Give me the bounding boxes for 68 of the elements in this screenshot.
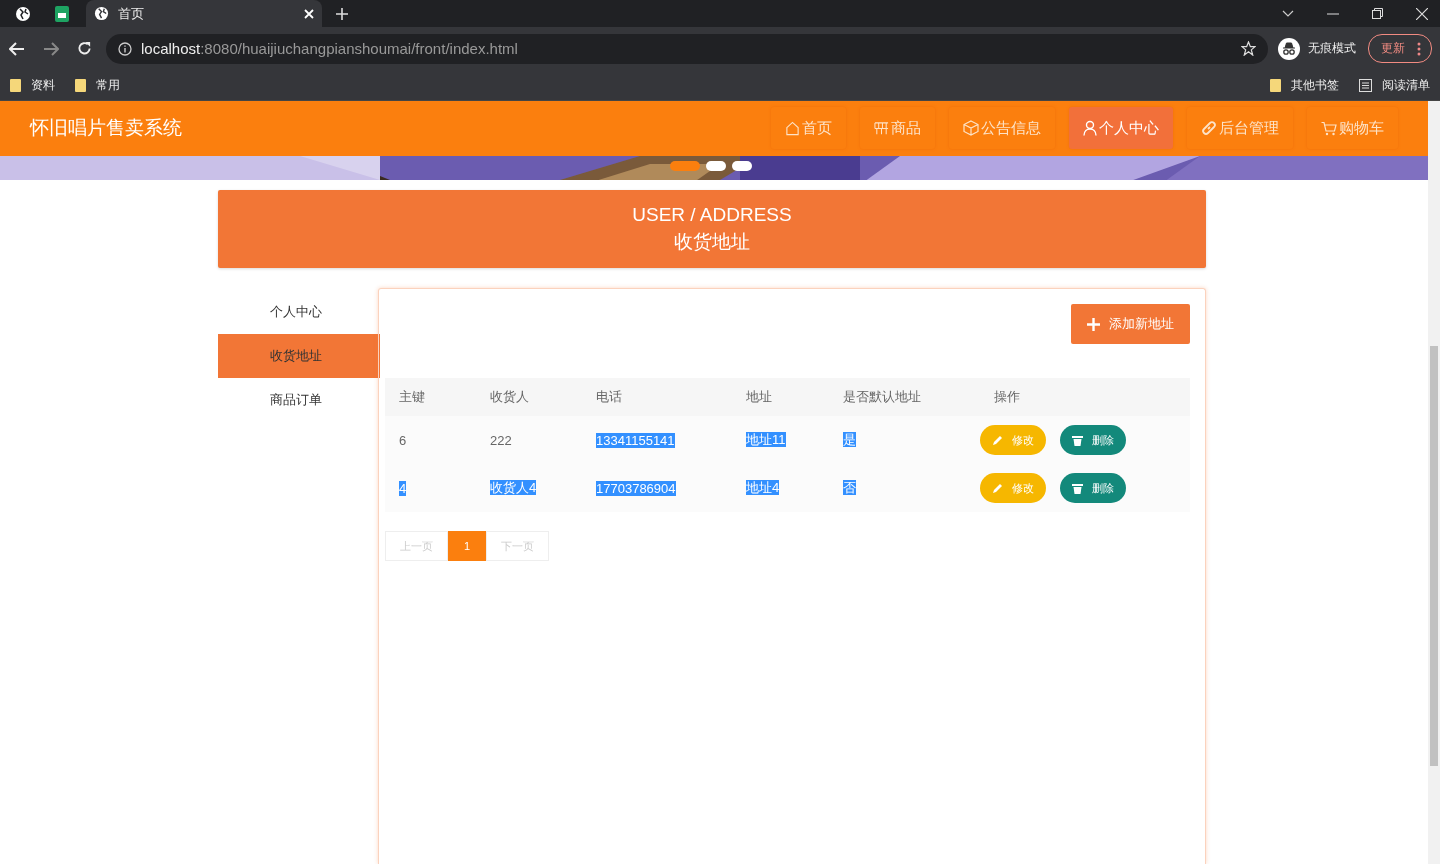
table-cell: 否: [843, 480, 856, 495]
cube-icon: [963, 120, 979, 137]
restore-icon[interactable]: [1372, 8, 1383, 19]
sheet-icon[interactable]: [55, 5, 69, 22]
new-tab-icon[interactable]: [336, 7, 348, 20]
minimize-icon[interactable]: [1327, 12, 1339, 15]
column-header: 收货人: [490, 389, 529, 404]
pencil-icon: [992, 482, 1003, 494]
star-icon[interactable]: [1241, 41, 1256, 56]
sidebar-item[interactable]: 商品订单: [218, 378, 380, 422]
table-cell: 地址4: [746, 480, 780, 495]
folder-icon: [75, 78, 86, 92]
bookmark[interactable]: 常用: [75, 76, 120, 94]
table-cell: 收货人4: [490, 480, 537, 495]
section-subtitle: 收货地址: [674, 229, 750, 254]
cart-icon: [1321, 120, 1337, 136]
nav-item[interactable]: 个人中心: [1069, 107, 1173, 150]
reload-icon[interactable]: [77, 41, 92, 56]
address-bar[interactable]: localhost:8080/huaijiuchangpianshoumai/front/index.html: [106, 33, 1268, 64]
pencil-icon: [992, 434, 1003, 446]
incognito-button[interactable]: 无痕模式: [1278, 37, 1356, 60]
reading-list[interactable]: 阅读清单: [1359, 76, 1430, 94]
table-cell: 13341155141: [596, 432, 675, 448]
close-icon[interactable]: [1416, 7, 1428, 20]
list-icon: [1359, 78, 1372, 92]
delete-button[interactable]: 删除: [1060, 425, 1126, 455]
column-header: 是否默认地址: [843, 389, 921, 404]
user-icon: [1083, 120, 1097, 137]
folder-icon: [1270, 78, 1281, 92]
page-button[interactable]: 1: [448, 531, 486, 561]
trash-icon: [1072, 434, 1083, 446]
info-icon: [118, 41, 132, 56]
column-header: 主键: [399, 389, 425, 404]
sidebar-item[interactable]: 收货地址: [218, 334, 380, 378]
plus-icon: [1087, 317, 1100, 331]
table-cell: 222: [490, 432, 512, 448]
sidebar-item[interactable]: 个人中心: [218, 290, 380, 334]
delete-button[interactable]: 删除: [1060, 473, 1126, 503]
chevron-down-icon[interactable]: [1282, 9, 1294, 18]
nav-item[interactable]: 公告信息: [949, 107, 1055, 150]
browser-tab[interactable]: 首页: [86, 0, 322, 27]
table-cell: 地址11: [746, 432, 786, 447]
forward-icon[interactable]: [43, 41, 59, 56]
table-cell: 17703786904: [596, 480, 676, 496]
nav-item[interactable]: 商品: [860, 107, 935, 150]
table-cell: 6: [399, 432, 407, 448]
column-header: 操作: [994, 389, 1020, 404]
trash-icon: [1072, 482, 1083, 494]
table-cell: 4: [399, 480, 407, 496]
globe-icon: [94, 6, 109, 21]
home-icon: [785, 120, 800, 136]
scrollbar[interactable]: [1428, 101, 1440, 864]
column-header: 电话: [596, 389, 622, 404]
table-cell: 是: [843, 432, 856, 447]
bookmark[interactable]: 资料: [10, 76, 55, 94]
bookmark[interactable]: 其他书签: [1270, 76, 1339, 94]
column-header: 地址: [746, 389, 772, 404]
add-address-button[interactable]: 添加新地址: [1071, 304, 1190, 344]
back-icon[interactable]: [9, 41, 25, 56]
site-title: 怀旧唱片售卖系统: [30, 116, 182, 141]
folder-icon: [10, 78, 21, 92]
section-title: USER / ADDRESS: [632, 203, 792, 226]
update-button[interactable]: 更新: [1368, 34, 1432, 63]
globe-icon[interactable]: [15, 5, 31, 22]
link-icon: [1201, 120, 1217, 137]
incognito-icon: [1278, 37, 1300, 60]
grid-icon: [874, 120, 889, 136]
more-icon: [1417, 41, 1421, 56]
